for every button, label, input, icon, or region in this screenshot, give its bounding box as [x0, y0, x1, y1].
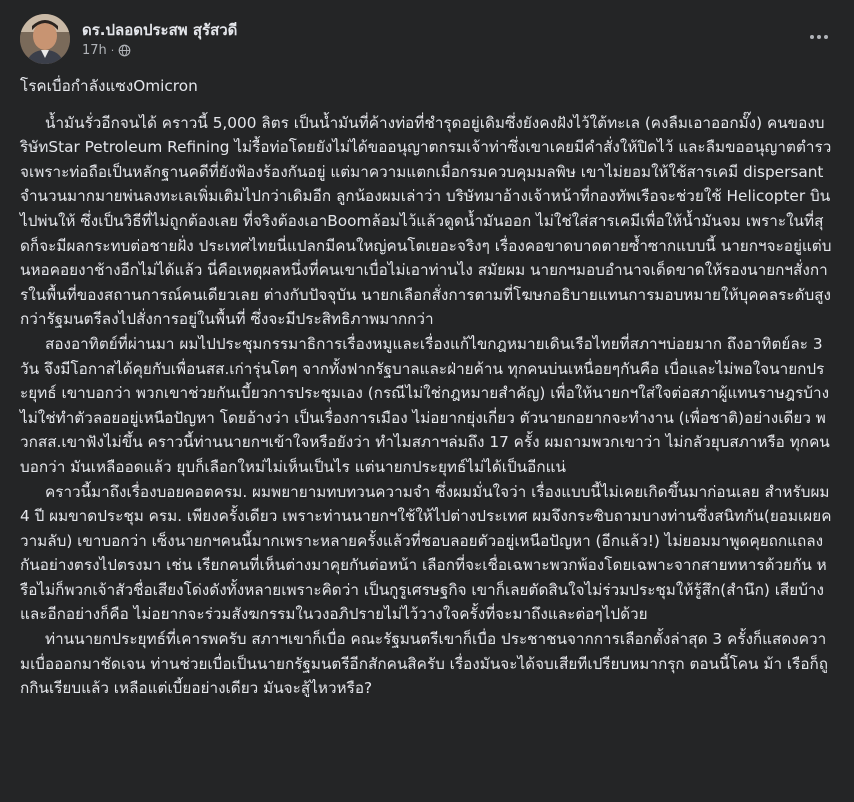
post-timestamp[interactable]: 17h — [82, 43, 107, 58]
facebook-post: ดร.ปลอดประสพ สุรัสวดี 17h · โรคเบื่อกำลั… — [0, 0, 854, 802]
meta-separator: · — [110, 44, 115, 57]
post-body: โรคเบื่อกำลังแซงOmicron น้ำมันรั่วอีกจนไ… — [20, 74, 832, 701]
post-author-name[interactable]: ดร.ปลอดประสพ สุรัสวดี — [82, 18, 237, 42]
post-header: ดร.ปลอดประสพ สุรัสวดี 17h · — [20, 14, 834, 64]
more-options-icon[interactable] — [804, 24, 834, 50]
post-paragraph: น้ำมันรั่วอีกจนได้ คราวนี้ 5,000 ลิตร เป… — [20, 113, 832, 329]
post-paragraph: สองอาทิตย์ที่ผ่านมา ผมไปประชุมกรรมาธิการ… — [20, 334, 830, 476]
avatar-image — [20, 14, 70, 64]
avatar[interactable] — [20, 14, 70, 64]
more-dot — [810, 35, 814, 39]
post-meta: 17h · — [82, 43, 131, 58]
more-dot — [817, 35, 821, 39]
more-dot — [824, 35, 828, 39]
post-title: โรคเบื่อกำลังแซงOmicron — [20, 77, 198, 95]
globe-icon[interactable] — [118, 44, 131, 57]
post-paragraph: ท่านนายกประยุทธ์ที่เคารพครับ สภาฯเขาก็เบ… — [20, 630, 829, 698]
post-paragraph: คราวนี้มาถึงเรื่องบอยคอตครม. ผมพยายามทบท… — [20, 482, 832, 624]
